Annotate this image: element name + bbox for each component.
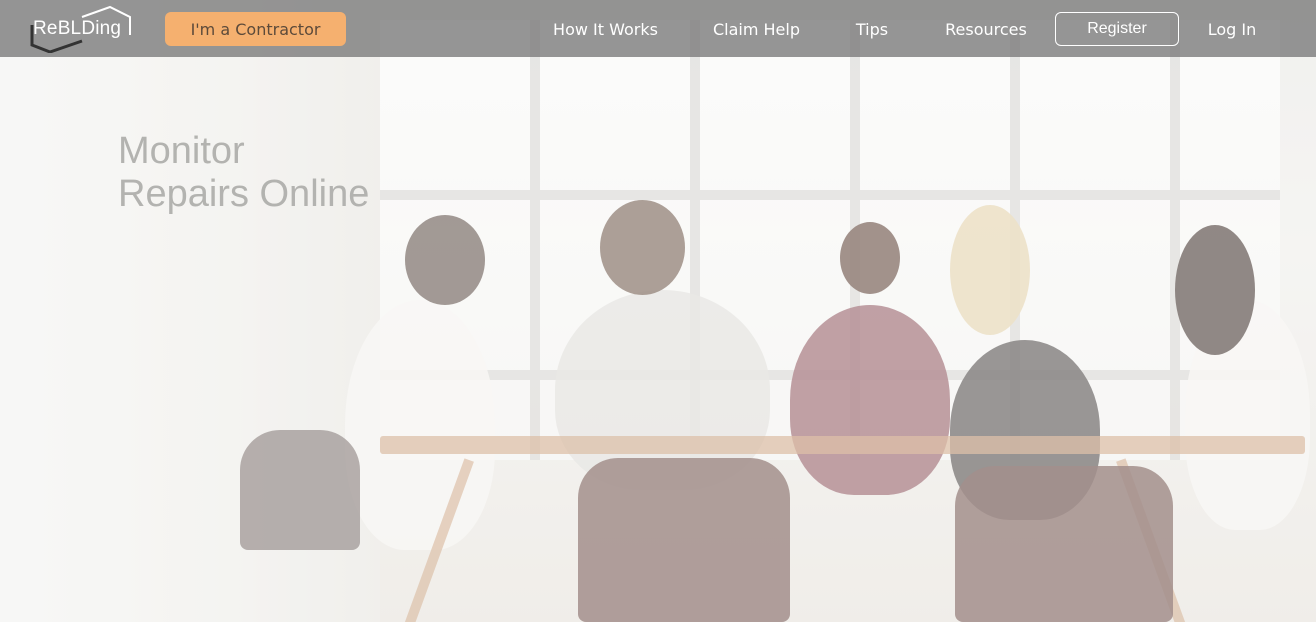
contractor-button[interactable]: I'm a Contractor — [165, 12, 346, 46]
hero-headline-line1: Monitor — [118, 130, 245, 172]
nav-link-claim-help[interactable]: Claim Help — [706, 12, 807, 46]
hero-light-overlay — [0, 0, 1316, 622]
nav-link-resources[interactable]: Resources — [938, 12, 1034, 46]
nav-link-how-it-works[interactable]: How It Works — [545, 12, 666, 46]
login-link[interactable]: Log In — [1199, 12, 1265, 46]
top-navbar: ReBLDing I'm a Contractor How It Works C… — [0, 0, 1316, 57]
register-button[interactable]: Register — [1055, 12, 1179, 46]
logo-text: ReBLDing — [33, 18, 122, 39]
nav-link-tips[interactable]: Tips — [847, 12, 897, 46]
brand-logo[interactable]: ReBLDing — [30, 5, 134, 53]
hero-headline-line2: Repairs Online — [118, 173, 370, 215]
hero-headline: Monitor Repairs Online — [118, 130, 369, 216]
